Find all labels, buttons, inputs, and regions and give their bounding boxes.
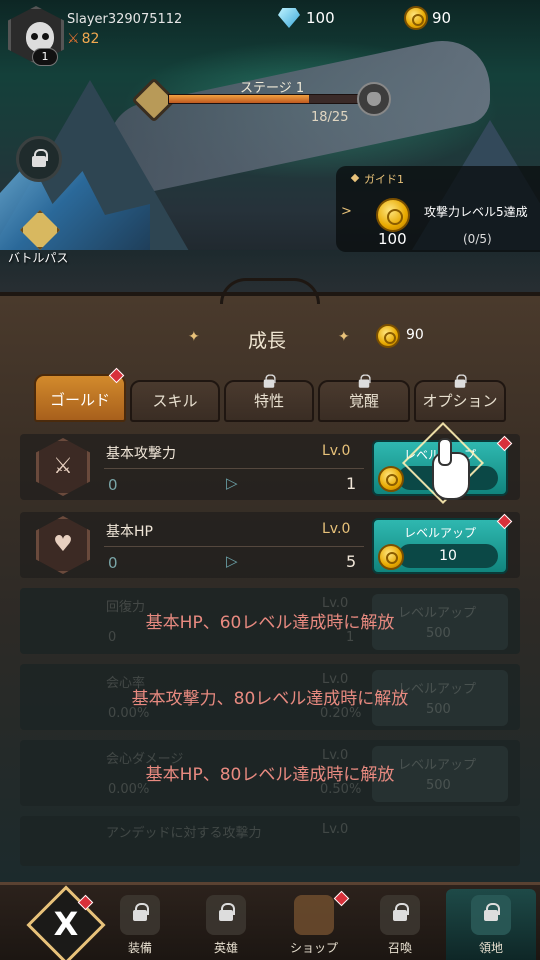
unlock-requirement: 基本HP、60レベル達成時に解放 <box>145 613 395 633</box>
panel-ornament <box>220 278 320 304</box>
heart-plus-icon: ♥ <box>36 516 90 574</box>
upgrade-name: 基本攻撃力 <box>106 446 176 462</box>
lock-icon <box>454 374 467 388</box>
level-up-label: レベルアップ <box>403 526 476 540</box>
battlepass-label: バトルパス <box>8 251 69 265</box>
upgrade-next-value: 5 <box>346 552 357 571</box>
tab-trait[interactable]: 特性 <box>224 374 314 422</box>
nav-label: ショップ <box>289 941 338 955</box>
lock-icon <box>358 374 371 388</box>
nav-label: 領地 <box>478 941 503 955</box>
level-up-button[interactable]: レベルアップ 10 <box>372 513 513 574</box>
gold-coin-icon <box>378 466 404 492</box>
tab-label: 特性 <box>253 392 284 410</box>
level-up-cost: 10 <box>398 544 498 568</box>
gem-value: 100 <box>306 9 335 27</box>
nav-equipment[interactable]: 装備 <box>100 889 180 960</box>
guide-reward-coin-icon <box>376 198 410 232</box>
nav-shop[interactable]: ショップ <box>274 889 354 960</box>
arrow-right-icon: ▷ <box>226 552 238 570</box>
lock-icon <box>219 903 235 921</box>
lock-icon <box>484 903 500 921</box>
guide-progress: (0/5) <box>463 232 492 246</box>
nav-label: 英雄 <box>213 941 238 955</box>
gold-coin-icon <box>404 6 428 30</box>
gold-coin-icon <box>376 324 400 348</box>
locked-upgrade-level: Lv.0 <box>322 822 349 837</box>
player-name: Slayer329075112 <box>67 12 183 27</box>
upgrade-name: 基本HP <box>106 524 153 540</box>
guide-quest-panel[interactable]: ガイド1 > 100 攻撃力レベル5達成 (0/5) <box>336 166 540 252</box>
divider <box>104 546 364 547</box>
combat-power-value: 82 <box>81 31 100 47</box>
bottom-nav: X 装備 英雄 ショップ 召喚 領地 <box>0 882 540 960</box>
nav-heroes[interactable]: 英雄 <box>186 889 266 960</box>
tab-option[interactable]: オプション <box>414 374 506 422</box>
nav-label: 召喚 <box>387 941 412 955</box>
gold-value: 90 <box>432 9 452 27</box>
notification-badge <box>333 890 350 907</box>
nav-label: 装備 <box>127 941 152 955</box>
panel-gold-counter: 90 <box>376 324 476 350</box>
shop-cart-icon <box>294 895 334 935</box>
tab-awakening[interactable]: 覚醒 <box>318 374 410 422</box>
upgrade-next-value: 1 <box>346 474 357 493</box>
chevron-right-icon: > <box>341 204 352 219</box>
sparkle-icon: ✦ <box>188 329 200 345</box>
stage-progress-text: 18/25 <box>311 110 349 125</box>
tab-label: ゴールド <box>49 391 110 409</box>
sparkle-icon: ✦ <box>338 329 350 345</box>
locked-upgrade-name: アンデッドに対する攻撃力 <box>106 826 262 841</box>
tab-label: オプション <box>422 392 498 410</box>
lock-icon <box>32 149 48 167</box>
locked-upgrade-row: アンデッドに対する攻撃力 Lv.0 <box>20 816 520 866</box>
tab-gold[interactable]: ゴールド <box>34 367 126 422</box>
boss-wolf-icon[interactable] <box>357 82 391 116</box>
tab-skill[interactable]: スキル <box>130 380 220 422</box>
stage-progress-fill <box>169 95 309 103</box>
nav-battle[interactable]: X <box>10 885 106 960</box>
panel-gold-value: 90 <box>406 327 424 343</box>
lock-icon <box>133 903 149 921</box>
locked-upgrade-row: 会心ダメージ Lv.0 0.00% 0.50% レベルアップ 500 基本HP、… <box>20 740 520 806</box>
upgrade-row-hp: ♥ 基本HP Lv.0 0 ▷ 5 レベルアップ 10 <box>20 512 520 578</box>
lock-icon <box>263 374 276 388</box>
notification-badge <box>108 367 125 384</box>
combat-power: ⚔ 82 <box>67 31 99 47</box>
guide-task: 攻撃力レベル5達成 <box>424 205 528 219</box>
gold-coin-icon <box>378 544 404 570</box>
tab-label: スキル <box>152 392 198 410</box>
pointing-hand-icon <box>432 438 470 500</box>
nav-territory[interactable]: 領地 <box>446 889 536 960</box>
upgrade-current-value: 0 <box>108 554 118 572</box>
crossed-swords-icon: ⚔ <box>36 438 90 496</box>
diamond-bullet-icon <box>350 173 360 183</box>
player-level-badge: 1 <box>32 48 58 66</box>
tab-label: 覚醒 <box>348 392 379 410</box>
stage-progress-bar <box>168 94 364 104</box>
panel-title: 成長 <box>248 330 287 352</box>
guide-title: ガイド1 <box>364 173 404 186</box>
x-emblem-glyph: X <box>53 905 79 943</box>
unlock-requirement: 基本HP、80レベル達成時に解放 <box>145 765 395 785</box>
arrow-right-icon: ▷ <box>226 474 238 492</box>
lock-icon <box>393 903 409 921</box>
upgrade-current-value: 0 <box>108 476 118 494</box>
divider <box>104 468 364 469</box>
upgrade-level: Lv.0 <box>322 443 351 459</box>
unlock-requirement: 基本攻撃力、80レベル達成時に解放 <box>131 689 409 709</box>
locked-upgrade-row: 回復力 Lv.0 0 1 レベルアップ 500 基本HP、60レベル達成時に解放 <box>20 588 520 654</box>
locked-upgrade-row: 会心率 Lv.0 0.00% 0.20% レベルアップ 500 基本攻撃力、80… <box>20 664 520 730</box>
nav-summon[interactable]: 召喚 <box>360 889 440 960</box>
guide-reward-amount: 100 <box>378 230 407 248</box>
locked-feature-button[interactable] <box>16 136 62 182</box>
upgrade-level: Lv.0 <box>322 521 351 537</box>
crossed-swords-icon: ⚔ <box>67 31 80 47</box>
